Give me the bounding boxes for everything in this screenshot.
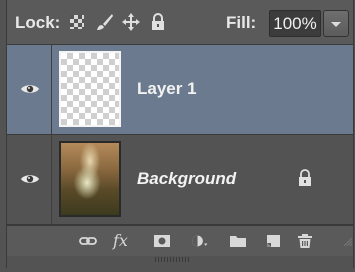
lock-icon <box>299 169 311 186</box>
layers-toolbar: fx <box>7 225 353 256</box>
link-layers-icon[interactable] <box>79 233 97 249</box>
lock-fill-row: Lock: Fill: 100% <box>7 0 353 45</box>
layer-style-icon[interactable]: fx <box>113 231 128 250</box>
visibility-toggle[interactable] <box>7 45 52 134</box>
layer-thumbnail <box>59 51 121 127</box>
layer-row-background[interactable]: Background <box>7 135 353 225</box>
fill-label: Fill: <box>226 13 257 32</box>
resize-grip-icon[interactable] <box>344 238 352 246</box>
layer-name[interactable]: Background <box>137 169 236 189</box>
lock-all-icon[interactable] <box>147 11 169 33</box>
layers-panel: Lock: Fill: 100% Layer 1 Background fx <box>6 0 354 268</box>
eye-icon <box>21 175 39 183</box>
layer-name[interactable]: Layer 1 <box>137 79 197 99</box>
delete-layer-icon[interactable] <box>296 233 314 249</box>
adjustment-layer-icon[interactable] <box>191 233 209 249</box>
layer-row-layer-1[interactable]: Layer 1 <box>7 45 353 135</box>
lock-image-pixels-icon[interactable] <box>93 11 115 33</box>
eye-icon <box>21 85 39 93</box>
fill-dropdown-button[interactable] <box>323 10 349 37</box>
new-layer-icon[interactable] <box>264 233 282 249</box>
lock-label: Lock: <box>15 13 61 32</box>
new-group-icon[interactable] <box>229 233 247 249</box>
add-mask-icon[interactable] <box>153 233 171 249</box>
panel-resize-handle[interactable] <box>155 257 191 262</box>
fill-opacity-input[interactable]: 100% <box>269 10 321 37</box>
visibility-toggle[interactable] <box>7 135 52 224</box>
lock-transparent-pixels-icon[interactable] <box>67 11 89 33</box>
layer-thumbnail <box>59 141 121 217</box>
lock-position-icon[interactable] <box>120 11 142 33</box>
